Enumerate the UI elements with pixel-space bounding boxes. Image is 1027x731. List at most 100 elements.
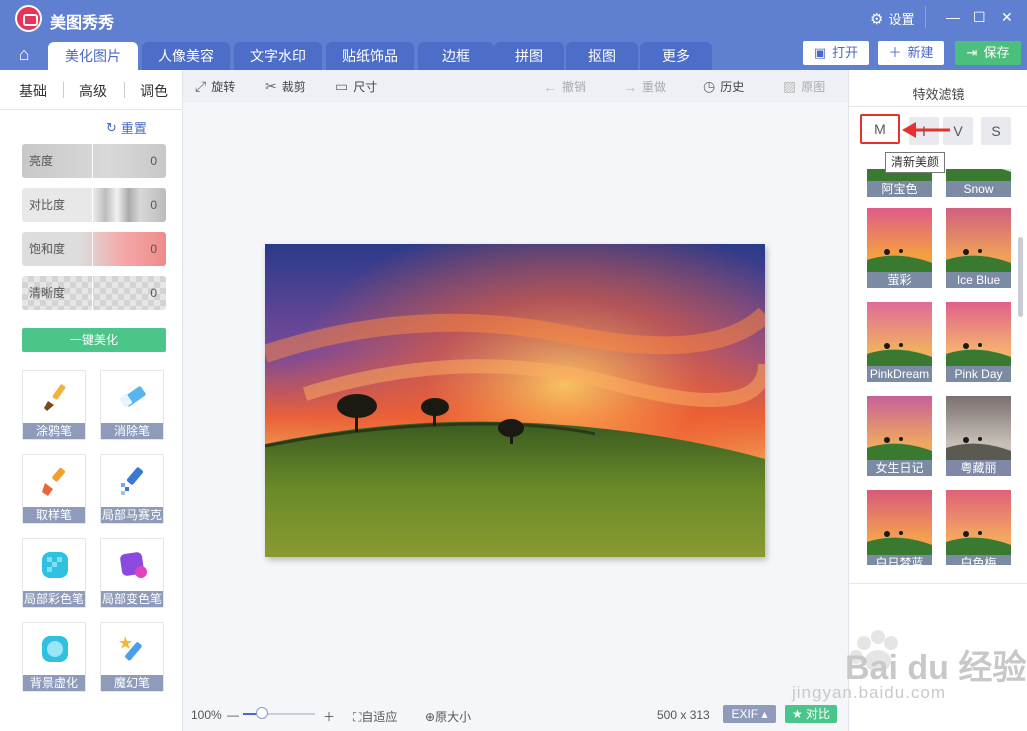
app-logo-icon (15, 5, 42, 32)
filter-label: Snow (946, 181, 1011, 197)
title-separator (925, 6, 926, 28)
tool-local-color-pen[interactable]: 局部彩色笔 (22, 538, 86, 608)
filter-scrollbar[interactable] (1018, 237, 1023, 317)
mosaic-pen-icon (121, 467, 144, 495)
close-button[interactable]: ✕ (1001, 9, 1013, 26)
filter-thumbnail[interactable]: 萤彩 (867, 208, 932, 288)
tool-local-mosaic[interactable]: 局部马赛克 (100, 454, 164, 524)
tab-beautify[interactable]: 美化图片 (48, 42, 138, 70)
filter-label: Ice Blue (946, 272, 1011, 288)
brightness-slider[interactable]: 亮度 0 (22, 144, 166, 178)
subtab-separator (124, 82, 125, 98)
filter-thumbnail[interactable]: 白日梦蓝 (867, 490, 932, 565)
tab-more[interactable]: 更多 (640, 42, 712, 70)
tool-background-blur[interactable]: 背景虚化 (22, 622, 86, 692)
magic-wand-icon (119, 636, 142, 661)
tool-label: 局部变色笔 (101, 591, 163, 607)
maximize-button[interactable]: ☐ (973, 9, 986, 26)
filter-thumbnail[interactable]: 女生日记 (867, 396, 932, 476)
recolor-icon (120, 552, 147, 578)
filter-category-m[interactable]: M (860, 114, 900, 144)
filter-label: 粤藏丽 (946, 460, 1011, 476)
rotate-button[interactable]: ⤢ 旋转 (195, 78, 235, 95)
tool-doodle-pen[interactable]: 涂鸦笔 (22, 370, 86, 440)
filter-thumbnail[interactable]: 阿宝色 (867, 169, 932, 197)
tab-cutout[interactable]: 抠图 (566, 42, 638, 70)
subtab-basic[interactable]: 基础 (19, 81, 47, 101)
slider-value: 0 (150, 242, 157, 256)
minimize-button[interactable]: — (946, 9, 960, 25)
scissors-icon: ✂ (265, 78, 277, 94)
subtab-color[interactable]: 调色 (140, 81, 168, 101)
annotation-arrow-icon (902, 122, 950, 138)
tab-collage[interactable]: 拼图 (494, 42, 564, 70)
fit-label: 自适应 (361, 710, 398, 724)
slider-label: 对比度 (22, 188, 93, 222)
save-button[interactable]: ⇥ 保存 (955, 41, 1021, 65)
tool-local-recolor-pen[interactable]: 局部变色笔 (100, 538, 164, 608)
magnifier-icon: ⊕ (425, 710, 436, 724)
reset-button[interactable]: ↻ 重置 (106, 118, 147, 137)
filter-thumbnail[interactable]: Pink Day (946, 302, 1011, 382)
filter-thumbnail[interactable]: Ice Blue (946, 208, 1011, 288)
original-size-button[interactable]: ⊕原大小 (425, 708, 471, 725)
reset-label: 重置 (120, 121, 147, 136)
rotate-icon: ⤢ (195, 78, 207, 94)
zoom-slider-handle[interactable] (255, 707, 268, 719)
filter-thumbnail[interactable]: Snow (946, 169, 1011, 197)
subtab-advanced[interactable]: 高级 (79, 81, 107, 101)
settings-label: 设置 (888, 12, 915, 27)
tool-magic-pen[interactable]: 魔幻笔 (100, 622, 164, 692)
undo-button[interactable]: ← 撤销 (543, 78, 586, 95)
tool-label: 魔幻笔 (101, 675, 163, 691)
crop-label: 裁剪 (281, 80, 306, 94)
watermark-url: jingyan.baidu.com (792, 683, 947, 702)
fit-button[interactable]: ⛶自适应 (353, 708, 397, 725)
tab-portrait[interactable]: 人像美容 (142, 42, 230, 70)
edit-toolbar: ⤢ 旋转 ✂ 裁剪 ▭ 尺寸 ← 撤销 → 重做 ◷ 历史 ▨ 原图 (183, 70, 848, 102)
sharpness-slider[interactable]: 清晰度 0 (22, 276, 166, 310)
arrow-right-icon: → (623, 78, 637, 95)
filter-category-s[interactable]: S (981, 117, 1011, 145)
contrast-slider[interactable]: 对比度 0 (22, 188, 166, 222)
left-panel: 基础 高级 调色 ↻ 重置 亮度 0 对比度 0 饱和度 0 清晰度 0 一键美… (0, 70, 183, 731)
tab-frames[interactable]: 边框 (418, 42, 494, 70)
zoom-in-button[interactable]: ＋ (323, 708, 335, 725)
slider-value: 0 (150, 286, 157, 300)
slider-label: 清晰度 (22, 276, 93, 310)
filter-thumbnail[interactable]: 白色梅 (946, 490, 1011, 565)
size-button[interactable]: ▭ 尺寸 (335, 78, 377, 95)
filter-tooltip: 清新美颜 (885, 152, 945, 173)
tab-stickers[interactable]: 贴纸饰品 (326, 42, 414, 70)
tool-sample-pen[interactable]: 取样笔 (22, 454, 86, 524)
reset-icon: ↻ (106, 119, 117, 135)
exif-button[interactable]: EXIF ▴ (723, 705, 776, 723)
tab-text-watermark[interactable]: 文字水印 (234, 42, 322, 70)
original-button[interactable]: ▨ 原图 (783, 78, 825, 95)
filter-label: 白日梦蓝 (867, 555, 932, 565)
save-label: 保存 (983, 45, 1010, 60)
divider (849, 106, 1027, 107)
history-button[interactable]: ◷ 历史 (703, 78, 744, 95)
crop-button[interactable]: ✂ 裁剪 (265, 78, 306, 95)
zoom-level: 100% (191, 708, 222, 722)
watermark-brand: Bai du 经验 (845, 649, 1027, 687)
zoom-out-button[interactable]: — (227, 708, 239, 722)
saturation-slider[interactable]: 饱和度 0 (22, 232, 166, 266)
filter-thumbnail[interactable]: 粤藏丽 (946, 396, 1011, 476)
redo-button[interactable]: → 重做 (623, 78, 666, 95)
filter-preview-image (867, 490, 932, 565)
settings-button[interactable]: ⚙ 设置 (870, 9, 914, 28)
new-button[interactable]: ＋ 新建 (878, 41, 944, 65)
tool-eraser-pen[interactable]: 消除笔 (100, 370, 164, 440)
redo-label: 重做 (642, 80, 667, 94)
clock-icon: ◷ (703, 78, 716, 94)
one-click-beautify-button[interactable]: 一键美化 (22, 328, 166, 352)
open-button[interactable]: ▣ 打开 (803, 41, 869, 65)
edited-photo[interactable] (265, 244, 765, 557)
filter-thumbnail[interactable]: PinkDream (867, 302, 932, 382)
gear-icon: ⚙ (870, 10, 884, 28)
eraser-icon (119, 386, 146, 407)
home-icon[interactable]: ⌂ (8, 44, 40, 70)
slider-label: 亮度 (22, 144, 93, 178)
